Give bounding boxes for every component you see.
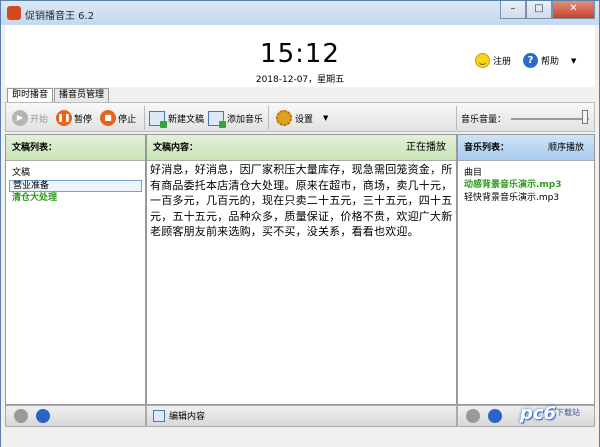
doc-list-panel: 文稿列表： 文稿 营业准备 清仓大处理 xyxy=(5,134,146,405)
doc-content-header: 文稿内容： 正在播放 xyxy=(147,135,456,161)
tab-announcer-management[interactable]: 播音员管理 xyxy=(54,88,110,102)
smiley-icon xyxy=(475,53,490,68)
music-play-icon[interactable] xyxy=(466,409,480,423)
settings-label: 设置 xyxy=(295,114,314,125)
maximize-button[interactable]: □ xyxy=(526,1,552,19)
music-list-column: 曲目 xyxy=(464,168,483,178)
watermark-subtitle: 下载站 xyxy=(556,408,580,417)
window-title: 促销播音王 6.2 xyxy=(25,11,95,22)
new-doc-label: 新建文稿 xyxy=(168,114,205,125)
stop-label: 停止 xyxy=(118,114,137,125)
music-stop-icon[interactable] xyxy=(488,409,502,423)
add-music-icon xyxy=(208,110,226,128)
help-label: 帮助 xyxy=(541,57,560,67)
settings-menu[interactable]: 设置 ▼ xyxy=(276,109,328,127)
doc-list-header: 文稿列表： xyxy=(6,135,145,161)
register-label: 注册 xyxy=(493,57,512,67)
tab-strip: 即时播音 播音员管理 xyxy=(7,88,110,103)
status-bar xyxy=(1,429,599,447)
music-volume-thumb[interactable] xyxy=(582,110,589,124)
music-volume-label: 音乐音量： xyxy=(461,115,507,125)
stop-button[interactable]: ■ 停止 xyxy=(100,109,136,127)
toolbar-divider xyxy=(456,106,457,130)
play-mode-button[interactable]: 顺序播放 xyxy=(548,135,584,161)
toolbar-divider xyxy=(144,106,145,130)
doc-list-item[interactable]: 营业准备 xyxy=(9,180,142,192)
edit-icon xyxy=(153,409,165,422)
doc-content-title: 文稿内容： xyxy=(153,143,199,153)
start-button[interactable]: ▶ 开始 xyxy=(12,109,48,127)
help-icon: ? xyxy=(523,53,538,68)
window-controls: – □ ✕ xyxy=(500,1,595,19)
doc-list-item[interactable]: 清仓大处理 xyxy=(9,193,142,205)
gear-icon xyxy=(276,110,292,126)
doc-stop-icon[interactable] xyxy=(36,409,50,423)
edit-content-label: 编辑内容 xyxy=(169,412,206,422)
chevron-down-icon: ▼ xyxy=(323,114,329,122)
watermark-logo: pc6 xyxy=(520,403,557,424)
app-icon xyxy=(7,6,21,20)
chevron-down-icon: ▼ xyxy=(571,56,577,65)
pause-button[interactable]: ❚❚ 暂停 xyxy=(56,109,92,127)
music-list-item[interactable]: 轻快背景音乐演示.mp3 xyxy=(461,193,591,205)
music-volume-slider[interactable] xyxy=(511,118,589,120)
doc-list-column: 文稿 xyxy=(12,168,31,178)
edit-content-button[interactable]: 编辑内容 xyxy=(153,409,205,422)
add-music-label: 添加音乐 xyxy=(227,114,264,125)
music-list-header: 音乐列表： 顺序播放 xyxy=(458,135,594,161)
toolbar: ▶ 开始 ❚❚ 暂停 ■ 停止 新建文稿 添加音乐 设置 ▼ 音乐音量： xyxy=(5,102,595,132)
clock-date: 2018-12-07，星期五 xyxy=(255,75,345,85)
help-menu[interactable]: ? 帮助 ▼ xyxy=(523,53,576,68)
new-doc-icon xyxy=(149,110,167,128)
doc-list-footer xyxy=(5,405,146,427)
stop-icon: ■ xyxy=(100,110,116,126)
header-panel: 15:12 2018-12-07，星期五 注册 ? 帮助 ▼ xyxy=(5,25,595,87)
play-icon: ▶ xyxy=(12,110,28,126)
music-list-title: 音乐列表： xyxy=(464,143,510,153)
pause-label: 暂停 xyxy=(74,114,93,125)
music-list-item[interactable]: 动感背景音乐演示.mp3 xyxy=(461,180,591,192)
close-button[interactable]: ✕ xyxy=(552,1,595,19)
minimize-button[interactable]: – xyxy=(500,1,526,19)
playing-status: 正在播放 xyxy=(406,142,446,153)
start-label: 开始 xyxy=(30,114,49,125)
new-doc-button[interactable]: 新建文稿 xyxy=(149,109,205,128)
register-link[interactable]: 注册 xyxy=(475,53,511,68)
title-bar: 促销播音王 6.2 – □ ✕ xyxy=(1,1,599,25)
pause-icon: ❚❚ xyxy=(56,110,72,126)
add-music-button[interactable]: 添加音乐 xyxy=(208,109,264,128)
app-window: 促销播音王 6.2 – □ ✕ 15:12 2018-12-07，星期五 注册 … xyxy=(0,0,600,447)
doc-content-text[interactable]: 好消息，好消息，因厂家积压大量库存，现急需回笼资金，所有商品委托本店清仓大处理。… xyxy=(147,161,456,241)
toolbar-divider xyxy=(268,106,269,130)
tab-live-broadcast[interactable]: 即时播音 xyxy=(7,88,54,103)
doc-content-panel: 文稿内容： 正在播放 好消息，好消息，因厂家积压大量库存，现急需回笼资金，所有商… xyxy=(146,134,457,405)
music-list-panel: 音乐列表： 顺序播放 曲目 动感背景音乐演示.mp3 轻快背景音乐演示.mp3 xyxy=(457,134,595,405)
doc-play-icon[interactable] xyxy=(14,409,28,423)
doc-content-footer: 编辑内容 xyxy=(146,405,457,427)
